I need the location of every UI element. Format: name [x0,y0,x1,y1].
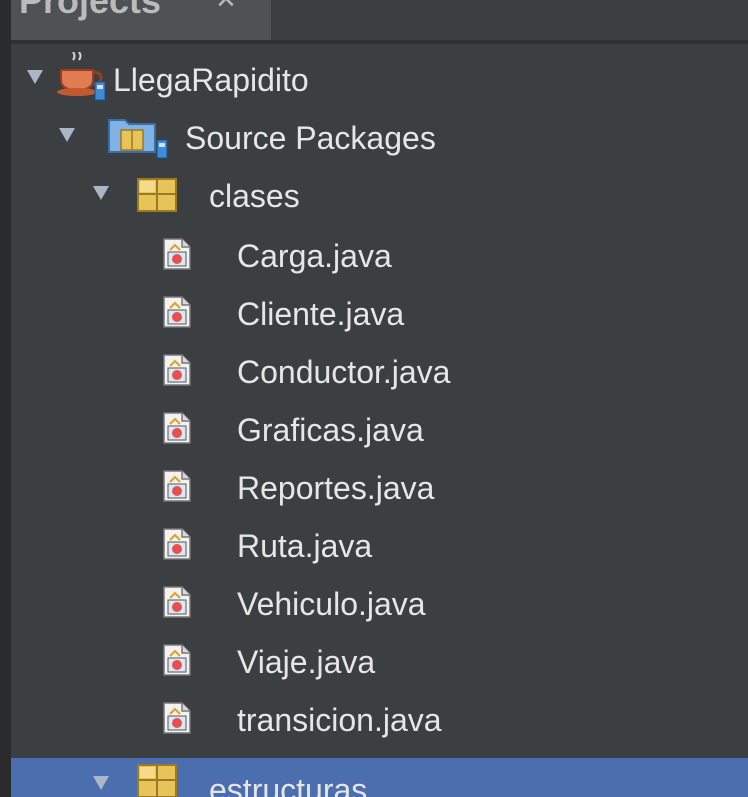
tree-file-label: Reportes.java [237,470,435,506]
tree-node-project[interactable]: LlegaRapidito [11,50,748,108]
tree-node-label: LlegaRapidito [113,62,309,98]
tree-node-label: clases [209,178,300,214]
tree-file-item[interactable]: Carga.java [11,226,748,284]
expand-arrow-icon[interactable] [93,186,109,200]
expand-arrow-icon[interactable] [27,70,43,84]
java-file-icon [163,354,191,386]
tree-file-label: Carga.java [237,238,392,274]
source-folder-icon [108,119,168,159]
tree-file-label: Cliente.java [237,296,405,332]
tree-node-label: estructuras [209,772,368,797]
tree-file-label: Graficas.java [237,412,424,448]
java-file-icon [163,586,191,618]
tree-file-label: Vehiculo.java [237,586,426,622]
tree-file-item[interactable]: Reportes.java [11,458,748,516]
java-file-icon [163,702,191,734]
tree-file-item[interactable]: Conductor.java [11,342,748,400]
java-file-icon [163,296,191,328]
java-file-icon [163,644,191,676]
java-file-icon [163,238,191,270]
tree-node-package-clases[interactable]: clases [11,166,748,224]
tree-node-package-estructuras[interactable]: estructuras [11,758,748,797]
java-file-icon [163,528,191,560]
java-file-icon [163,470,191,502]
tree-node-label: Source Packages [185,120,436,156]
close-icon[interactable]: × [216,0,236,19]
package-icon [137,764,177,797]
tree-file-item[interactable]: Cliente.java [11,284,748,342]
expand-arrow-icon[interactable] [93,776,109,790]
tree-file-item[interactable]: Viaje.java [11,632,748,690]
tree-file-label: Viaje.java [237,644,376,680]
java-project-icon [57,52,106,101]
expand-arrow-icon[interactable] [59,128,75,142]
tree-node-source-packages[interactable]: Source Packages [11,108,748,166]
projects-tab-label: Projects [19,0,162,21]
projects-tab[interactable]: Projects × [11,0,271,40]
tree-file-label: Ruta.java [237,528,373,564]
tree-file-item[interactable]: Vehiculo.java [11,574,748,632]
tree-file-item[interactable]: Graficas.java [11,400,748,458]
tree-file-item[interactable]: transicion.java [11,690,748,748]
package-icon [137,178,177,212]
tree-file-label: Conductor.java [237,354,451,390]
project-tree[interactable]: LlegaRapidito Source Packages clases Car… [11,44,748,797]
window-left-border [0,0,11,797]
java-file-icon [163,412,191,444]
tree-file-item[interactable]: Ruta.java [11,516,748,574]
tree-file-label: transicion.java [237,702,442,738]
